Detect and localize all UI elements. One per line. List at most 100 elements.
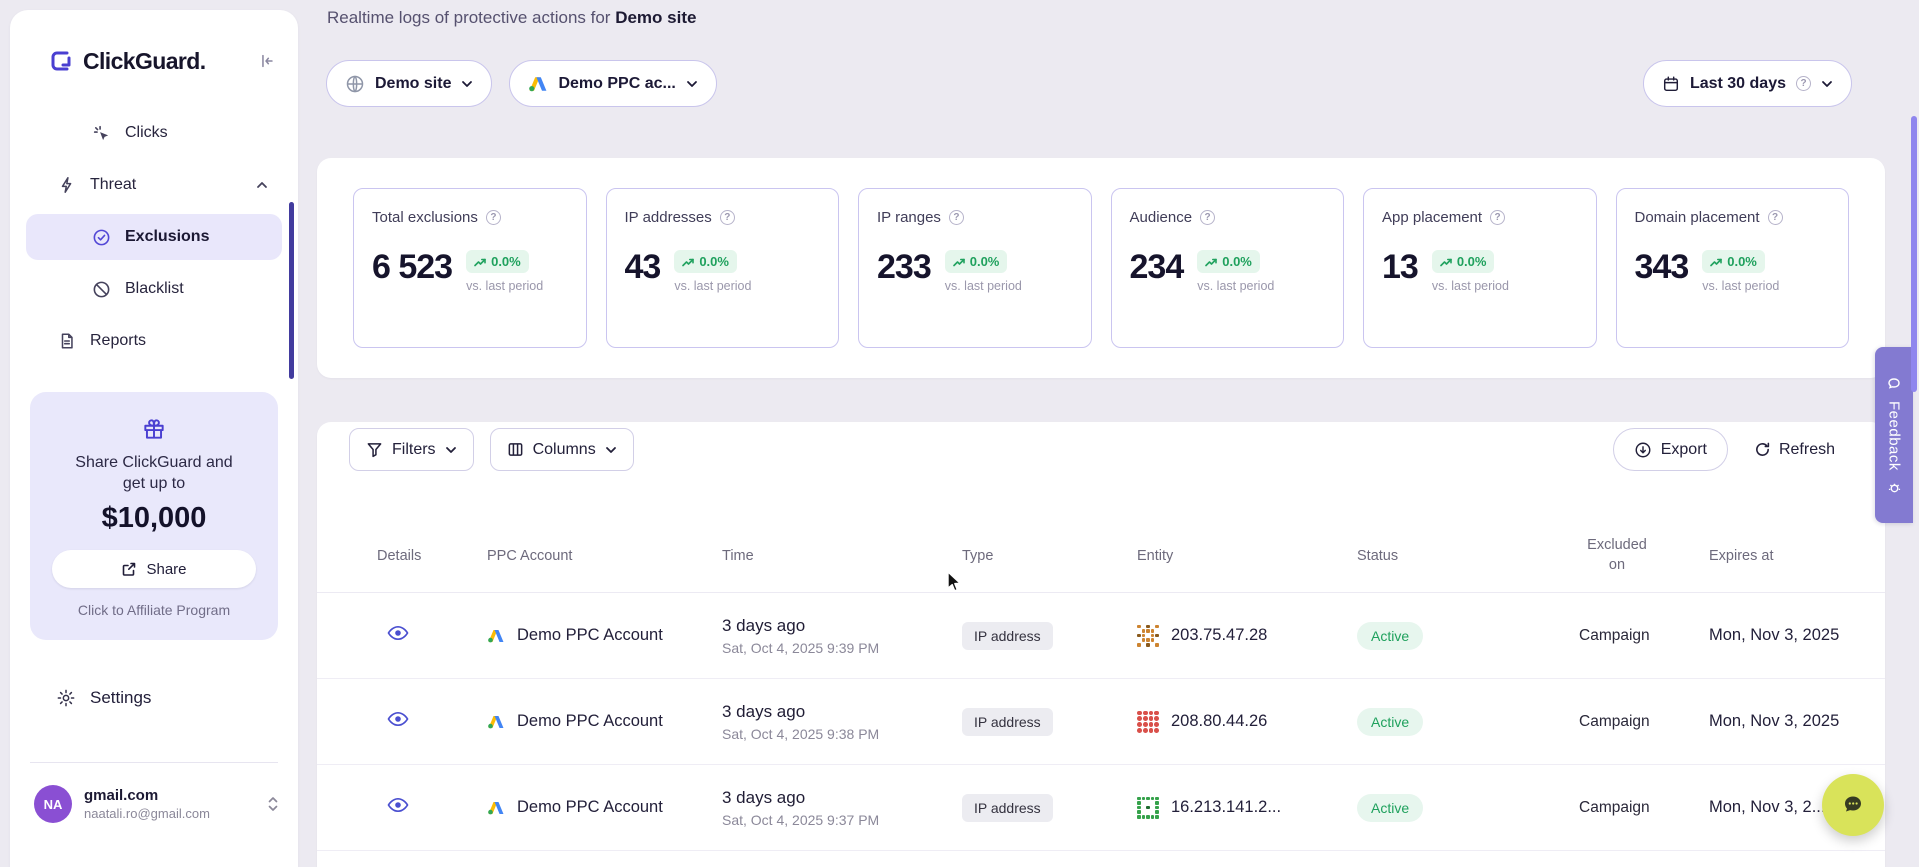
external-link-icon	[121, 561, 137, 577]
sidebar-item-label: Blacklist	[125, 280, 184, 298]
sidebar-item-reports[interactable]: Reports	[26, 318, 282, 364]
stat-card-ip-ranges: IP ranges? 233 0.0% vs. last period	[858, 188, 1092, 348]
date-range-selector[interactable]: Last 30 days ?	[1643, 60, 1852, 107]
filters-label: Filters	[392, 441, 436, 459]
trend-up-icon	[1205, 257, 1217, 267]
type-badge: IP address	[962, 708, 1053, 736]
promo-amount: $10,000	[46, 502, 262, 535]
expires-at-value: Mon, Nov 3, 2025	[1709, 626, 1861, 645]
delta-badge: 0.0%	[674, 250, 737, 273]
user-name: gmail.com	[84, 787, 210, 804]
subtitle-site-name: Demo site	[615, 8, 696, 27]
app-title: ClickGuard.	[83, 48, 249, 75]
columns-label: Columns	[533, 441, 596, 459]
stat-label: Total exclusions	[372, 209, 478, 226]
page-subtitle: Realtime logs of protective actions for …	[327, 8, 696, 28]
help-icon[interactable]: ?	[1490, 210, 1505, 225]
share-button[interactable]: Share	[52, 550, 256, 588]
user-menu[interactable]: NA gmail.com naatali.ro@gmail.com	[34, 785, 280, 823]
entity-identicon	[1137, 797, 1159, 819]
delta-badge: 0.0%	[1702, 250, 1765, 273]
stat-label: Audience	[1130, 209, 1193, 226]
delta-caption: vs. last period	[1432, 279, 1509, 293]
stat-label: App placement	[1382, 209, 1482, 226]
threat-icon	[58, 176, 76, 194]
chevron-up-icon[interactable]	[256, 181, 268, 189]
sidebar-item-exclusions[interactable]: Exclusions	[26, 214, 282, 260]
site-selector[interactable]: Demo site	[326, 60, 492, 107]
chevron-down-icon	[461, 80, 473, 88]
entity-identicon	[1137, 711, 1159, 733]
select-chevrons-icon[interactable]	[266, 795, 280, 813]
help-icon[interactable]: ?	[1796, 76, 1811, 91]
gear-icon	[56, 688, 76, 708]
export-button[interactable]: Export	[1613, 428, 1728, 471]
ppc-account-name: Demo PPC Account	[517, 712, 663, 731]
help-icon[interactable]: ?	[486, 210, 501, 225]
ppc-account-selector[interactable]: Demo PPC ac...	[509, 60, 716, 107]
expires-at-value: Mon, Nov 3, 2025	[1709, 712, 1861, 731]
sidebar-item-label: Reports	[90, 332, 146, 350]
sidebar-item-settings[interactable]: Settings	[10, 676, 298, 720]
stat-label: IP addresses	[625, 209, 712, 226]
refresh-button[interactable]: Refresh	[1738, 428, 1851, 471]
view-details-eye-icon[interactable]	[387, 797, 409, 813]
google-ads-icon	[528, 75, 548, 93]
stat-value: 43	[625, 250, 661, 286]
stat-card-audience: Audience? 234 0.0% vs. last period	[1111, 188, 1345, 348]
columns-button[interactable]: Columns	[490, 428, 634, 471]
sidebar-item-label: Exclusions	[125, 228, 209, 246]
clickguard-logo-icon	[48, 48, 74, 74]
stat-value: 234	[1130, 250, 1184, 286]
entity-identicon	[1137, 625, 1159, 647]
help-icon[interactable]: ?	[1200, 210, 1215, 225]
table-row: Demo PPC Account 3 days agoSat, Oct 4, 2…	[317, 765, 1885, 851]
column-header: PPC Account	[487, 548, 722, 564]
stat-label: IP ranges	[877, 209, 941, 226]
trend-up-icon	[1710, 257, 1722, 267]
user-email: naatali.ro@gmail.com	[84, 806, 210, 821]
delta-caption: vs. last period	[466, 279, 543, 293]
sidebar-collapse-icon[interactable]	[258, 52, 276, 70]
chevron-down-icon	[1821, 80, 1833, 88]
status-badge: Active	[1357, 708, 1423, 736]
sidebar-scrollbar-thumb[interactable]	[289, 202, 294, 379]
affiliate-program-link[interactable]: Click to Affiliate Program	[46, 602, 262, 618]
feedback-tab[interactable]: Feedback	[1875, 347, 1913, 523]
export-label: Export	[1661, 441, 1707, 459]
stat-label: Domain placement	[1635, 209, 1760, 226]
help-icon[interactable]: ?	[1768, 210, 1783, 225]
trend-up-icon	[474, 257, 486, 267]
stat-card-ip-addresses: IP addresses? 43 0.0% vs. last period	[606, 188, 840, 348]
page-scrollbar-thumb[interactable]	[1911, 116, 1917, 392]
sidebar-item-blacklist[interactable]: Blacklist	[26, 266, 282, 312]
circle-check-icon	[92, 228, 111, 247]
google-ads-icon	[487, 628, 505, 644]
stat-card-domain-placement: Domain placement? 343 0.0% vs. last peri…	[1616, 188, 1850, 348]
exclusions-table-panel: Filters Columns Export Refresh Details P…	[317, 422, 1885, 867]
download-icon	[1634, 441, 1652, 459]
time-absolute: Sat, Oct 4, 2025 9:39 PM	[722, 640, 962, 656]
view-details-eye-icon[interactable]	[387, 711, 409, 727]
chat-launcher-button[interactable]	[1822, 774, 1884, 836]
status-badge: Active	[1357, 622, 1423, 650]
help-icon[interactable]: ?	[720, 210, 735, 225]
chevron-down-icon	[605, 446, 617, 454]
view-details-eye-icon[interactable]	[387, 625, 409, 641]
stat-value: 13	[1382, 250, 1418, 286]
help-icon[interactable]: ?	[949, 210, 964, 225]
feedback-chat-icon	[1887, 376, 1901, 390]
sidebar-item-clicks[interactable]: Clicks	[26, 110, 282, 156]
stat-value: 233	[877, 250, 931, 286]
promo-text: Share ClickGuard and get up to	[46, 452, 262, 494]
columns-icon	[507, 441, 524, 458]
sidebar-item-threat[interactable]: Threat	[26, 162, 282, 208]
filters-button[interactable]: Filters	[349, 428, 474, 471]
affiliate-promo-card: Share ClickGuard and get up to $10,000 S…	[30, 392, 278, 640]
logo-row: ClickGuard.	[10, 10, 298, 76]
column-header: Type	[962, 548, 1137, 564]
refresh-label: Refresh	[1779, 441, 1835, 459]
trend-up-icon	[1440, 257, 1452, 267]
delta-caption: vs. last period	[1702, 279, 1779, 293]
stats-panel: Total exclusions? 6 523 0.0% vs. last pe…	[317, 158, 1885, 378]
